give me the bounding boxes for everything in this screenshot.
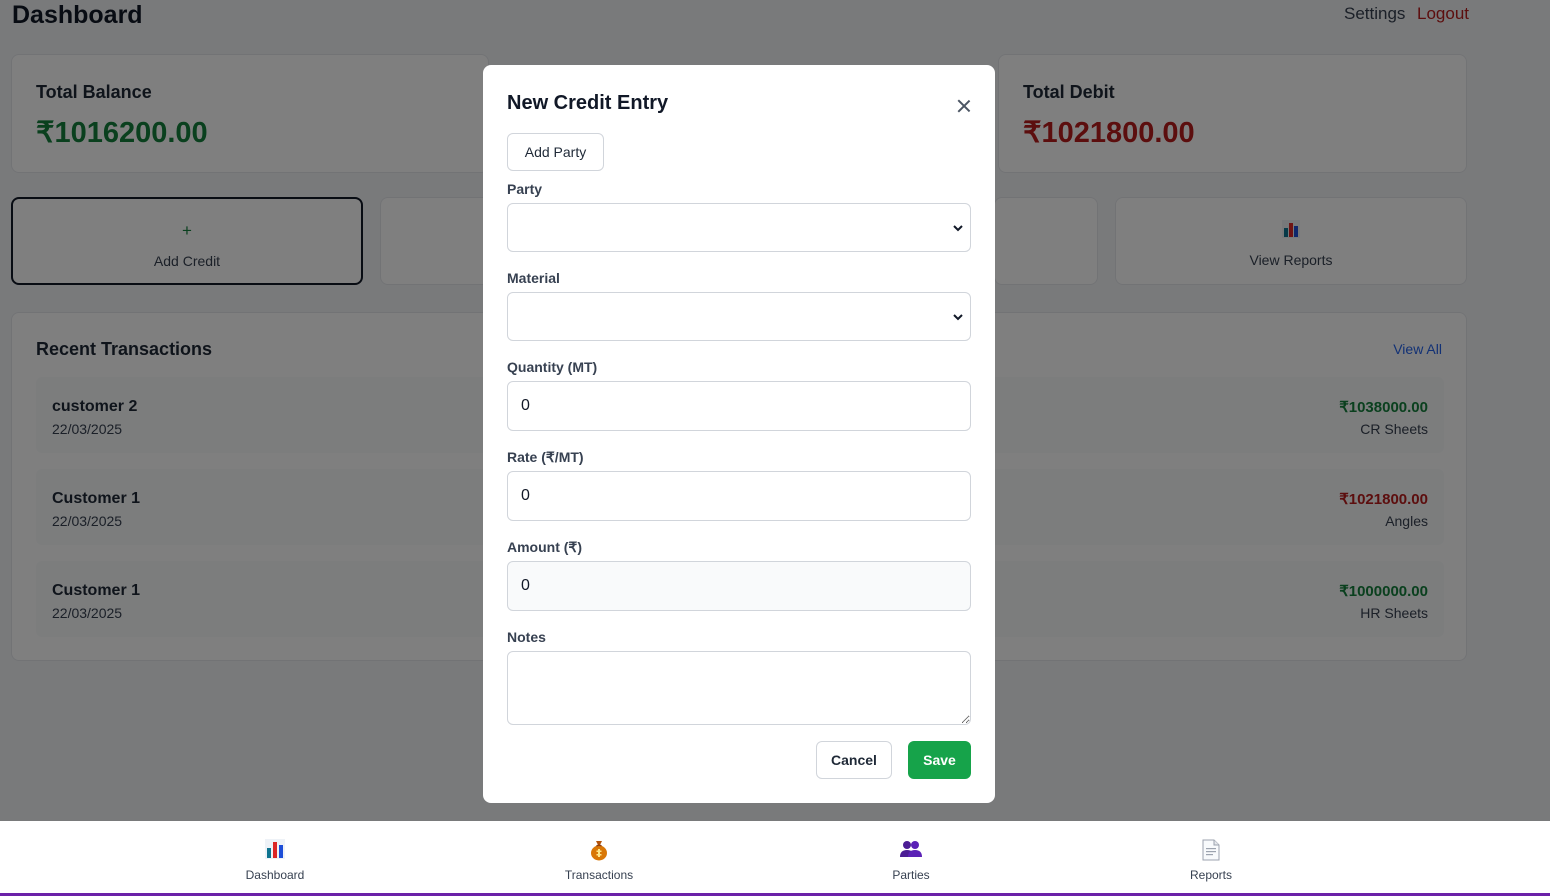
nav-dashboard[interactable]: Dashboard (205, 821, 345, 893)
bottom-nav: Dashboard Transactions Parties Reports (0, 821, 1550, 896)
modal-title: New Credit Entry (507, 92, 669, 114)
rate-input[interactable] (507, 471, 971, 521)
nav-parties[interactable]: Parties (841, 821, 981, 893)
nav-reports-label: Reports (1189, 868, 1233, 882)
rate-label: Rate (₹/MT) (507, 449, 584, 465)
quantity-input[interactable] (507, 381, 971, 431)
cancel-button[interactable]: Cancel (816, 741, 892, 779)
notes-textarea[interactable] (507, 651, 971, 725)
nav-transactions-label: Transactions (564, 868, 634, 882)
bar-chart-icon (205, 839, 345, 861)
money-bag-icon (529, 839, 669, 861)
add-party-button[interactable]: Add Party (507, 133, 604, 171)
app-root: Dashboard Settings Logout Total Balance … (0, 0, 1550, 896)
close-icon[interactable] (953, 95, 975, 117)
quantity-label: Quantity (MT) (507, 359, 598, 375)
new-credit-entry-modal: New Credit Entry Add Party Party Materia… (483, 65, 995, 803)
material-label: Material (507, 270, 560, 286)
material-select[interactable] (507, 292, 971, 341)
amount-label: Amount (₹) (507, 539, 582, 555)
nav-dashboard-label: Dashboard (245, 868, 305, 882)
notes-label: Notes (507, 629, 546, 645)
chevron-down-icon (953, 225, 963, 232)
people-icon (841, 839, 981, 861)
nav-parties-label: Parties (892, 868, 930, 882)
nav-transactions[interactable]: Transactions (529, 821, 669, 893)
party-select[interactable] (507, 203, 971, 252)
amount-input[interactable] (507, 561, 971, 611)
party-label: Party (507, 181, 543, 197)
save-button[interactable]: Save (908, 741, 971, 779)
nav-reports[interactable]: Reports (1141, 821, 1281, 893)
document-icon (1141, 839, 1281, 861)
chevron-down-icon (953, 314, 963, 321)
